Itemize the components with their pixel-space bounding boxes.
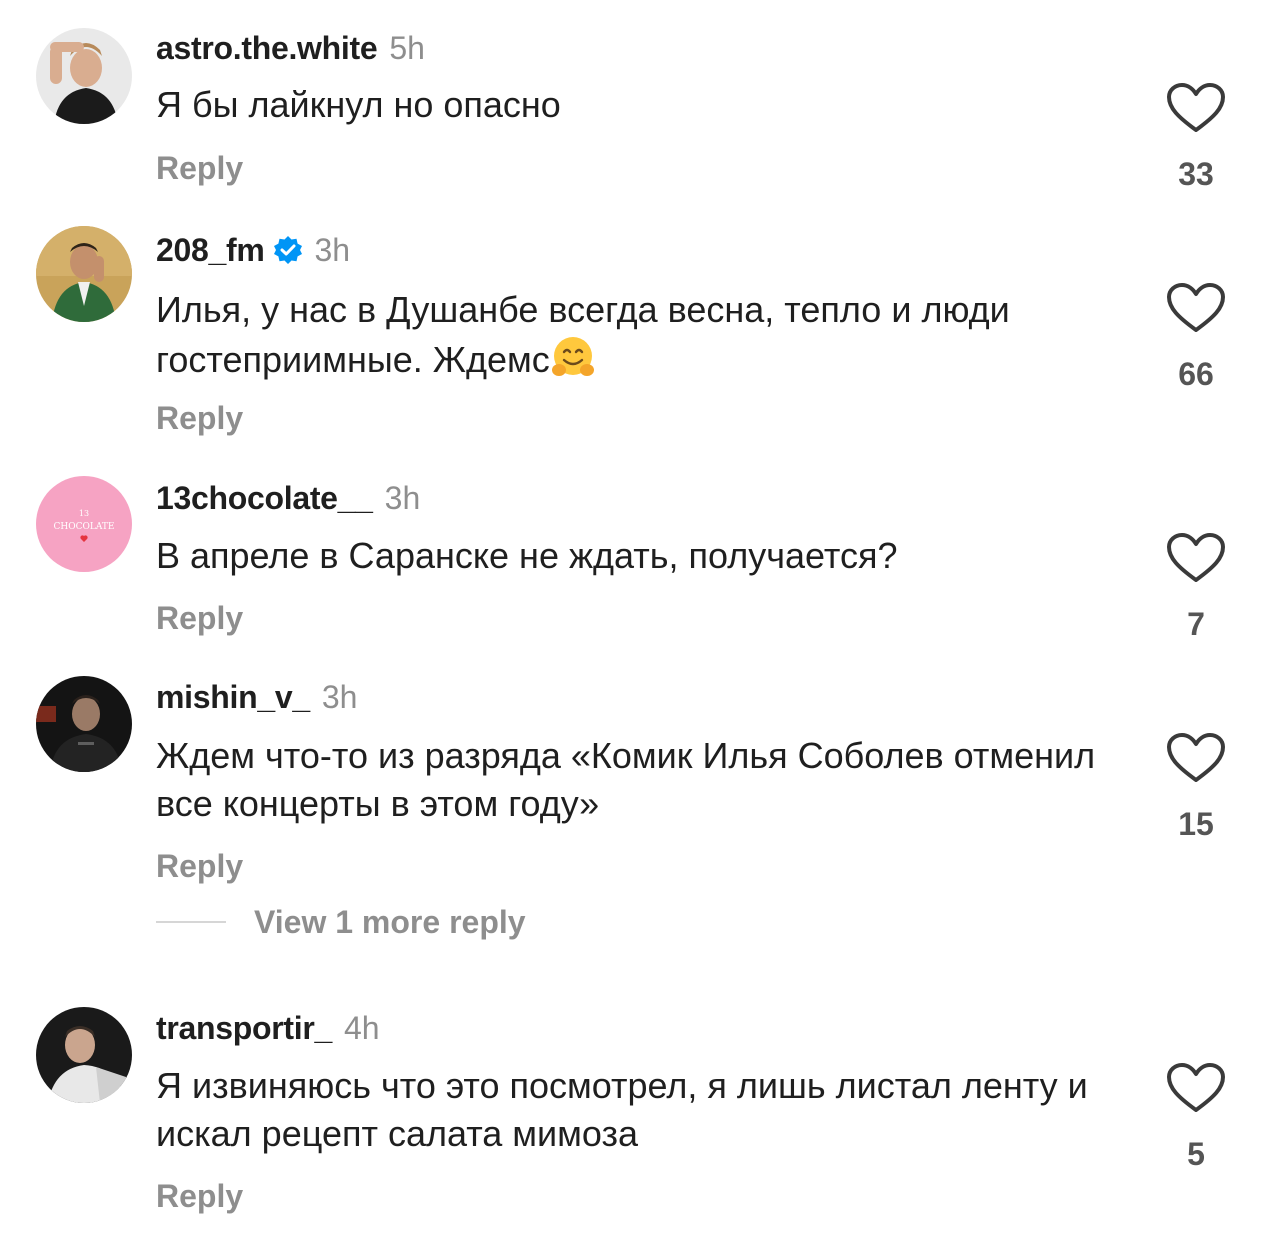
comment-text: В апреле в Саранске не ждать, получается… (156, 535, 898, 576)
timestamp: 3h (384, 480, 421, 516)
heart-icon[interactable] (1166, 732, 1226, 784)
like-count: 15 (1178, 806, 1214, 842)
reply-button[interactable]: Reply (156, 148, 243, 188)
heart-icon[interactable] (1166, 82, 1226, 134)
timestamp: 3h (321, 679, 358, 715)
timestamp: 5h (389, 30, 425, 66)
like-count: 33 (1178, 156, 1214, 192)
avatar[interactable] (36, 226, 132, 322)
username[interactable]: 208_fm (156, 230, 265, 270)
timestamp: 4h (344, 1010, 380, 1046)
like-count: 5 (1187, 1136, 1205, 1172)
comment-text: Ждем что-то из разряда «Комик Илья Собол… (156, 735, 1096, 824)
heart-icon[interactable] (1166, 282, 1226, 334)
like-count: 7 (1187, 606, 1205, 642)
comment-text: Я бы лайкнул но опасно (156, 84, 561, 125)
view-more-replies-button[interactable]: View 1 more reply (156, 902, 526, 942)
heart-icon[interactable] (1166, 1062, 1226, 1114)
reply-button[interactable]: Reply (156, 398, 243, 438)
divider (156, 921, 226, 923)
avatar[interactable] (36, 676, 132, 772)
comment-text: Илья, у нас в Душанбе всегда весна, тепл… (156, 286, 1146, 384)
verified-badge-icon (273, 235, 303, 265)
avatar[interactable] (36, 1007, 132, 1103)
svg-text:13: 13 (79, 509, 89, 518)
avatar[interactable]: 13 CHOCOLATE (36, 476, 132, 572)
like-count: 66 (1178, 356, 1214, 392)
reply-button[interactable]: Reply (156, 1176, 243, 1216)
heart-icon[interactable] (1166, 532, 1226, 584)
reply-button[interactable]: Reply (156, 598, 243, 638)
username[interactable]: mishin_v_ (156, 677, 310, 717)
username[interactable]: 13chocolate__ (156, 478, 373, 518)
username[interactable]: astro.the.white (156, 28, 378, 68)
hugging-face-icon (550, 334, 596, 380)
view-more-replies-label: View 1 more reply (254, 904, 526, 940)
comment-text: Я извиняюсь что это посмотрел, я лишь ли… (156, 1065, 1088, 1154)
reply-button[interactable]: Reply (156, 846, 243, 886)
timestamp: 3h (314, 232, 351, 268)
username[interactable]: transportir_ (156, 1008, 332, 1048)
avatar[interactable] (36, 28, 132, 124)
avatar-logo-text: CHOCOLATE (54, 522, 115, 532)
